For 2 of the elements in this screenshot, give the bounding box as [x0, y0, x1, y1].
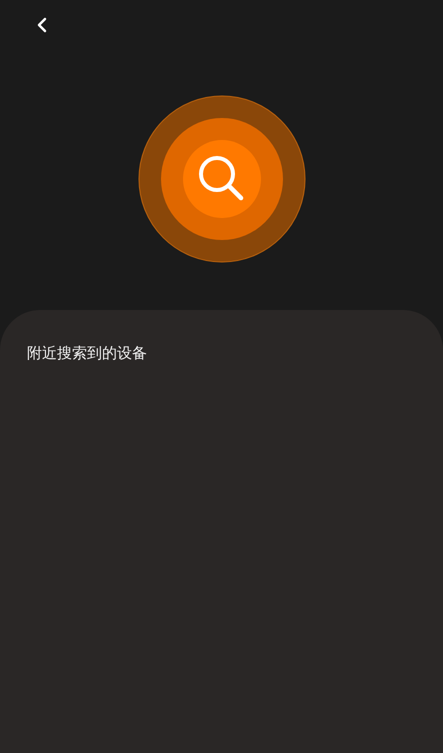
back-icon	[36, 17, 48, 33]
panel-title: 附近搜索到的设备	[27, 343, 148, 364]
